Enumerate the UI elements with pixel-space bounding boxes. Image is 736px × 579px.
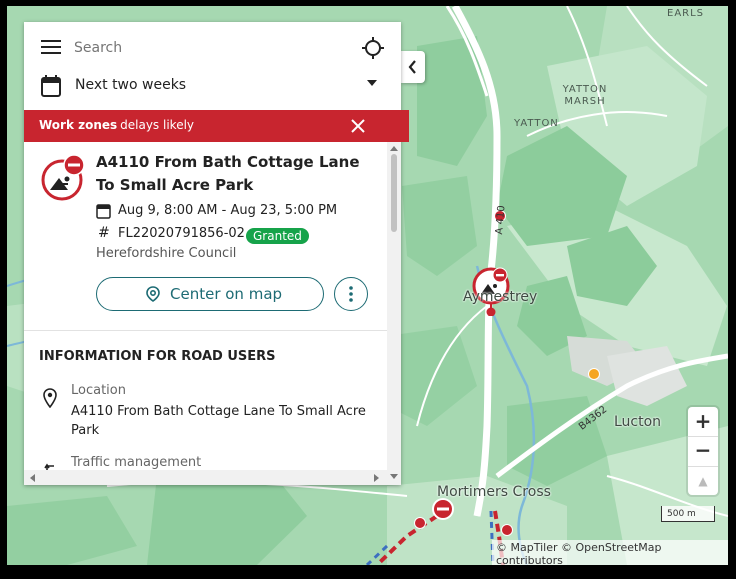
center-on-map-button[interactable]: Center on map [96,277,324,311]
work-authority: Herefordshire Council [96,246,237,261]
locate-icon[interactable] [362,37,384,59]
scale-label: 500 m [667,509,696,519]
more-vertical-icon [348,285,353,302]
work-reference: FL22020791856-02 [118,226,245,241]
date-filter-value: Next two weeks [75,77,187,93]
collapse-panel-button[interactable] [401,51,425,83]
vertical-scrollbar[interactable] [387,142,401,485]
calendar-small-icon [96,203,111,223]
search-row [24,22,401,72]
place-label: EARLS [667,8,705,19]
location-value: A4110 From Bath Cottage Lane To Small Ac… [71,404,366,438]
menu-icon[interactable] [41,40,61,54]
compass-button[interactable]: ▲ [688,467,718,495]
date-filter-row[interactable]: Next two weeks [24,70,401,110]
scale-bar: 500 m [661,506,715,522]
hash-icon: # [98,225,110,241]
close-icon[interactable] [348,116,368,136]
info-heading: INFORMATION FOR ROAD USERS [39,349,276,364]
roadwork-marker-small[interactable] [501,524,513,536]
side-panel: Next two weeks Work zones - delays likel… [24,22,409,485]
place-label: Aymestrey [463,289,538,305]
zoom-in-button[interactable]: + [688,407,718,437]
roadwork-marker-small[interactable] [414,517,426,529]
zoom-control: + − ▲ [688,407,718,495]
location-pin-icon [43,388,57,412]
road-closure-marker[interactable] [431,497,455,521]
details-scroll-area[interactable]: A4110 From Bath Cottage Lane To Small Ac… [24,142,401,485]
banner-title: Work zones [39,118,118,132]
status-badge: Granted [246,225,309,244]
banner-subtitle: - delays likely [112,118,195,132]
location-label: Location [71,383,126,398]
place-label: YATTON MARSH [562,84,608,107]
dropdown-arrow-icon[interactable] [367,80,377,86]
place-label: YATTON [514,118,559,129]
work-title: A4110 From Bath Cottage Lane To Small Ac… [96,153,360,194]
work-zones-banner: Work zones - delays likely [24,110,409,142]
horizontal-scrollbar[interactable] [24,470,387,485]
more-options-button[interactable] [334,277,368,311]
work-dates: Aug 9, 8:00 AM - Aug 23, 5:00 PM [118,203,338,218]
chevron-left-icon [408,60,416,74]
zoom-out-button[interactable]: − [688,437,718,467]
traffic-label: Traffic management [71,455,202,470]
poi-marker[interactable] [588,368,600,380]
search-input[interactable] [72,36,346,60]
section-divider [24,330,387,331]
roadworks-icon [40,154,88,202]
place-label: Mortimers Cross [437,484,551,500]
location-icon [146,286,160,302]
map-attribution[interactable]: © MapTiler © OpenStreetMap contributors [492,540,728,565]
center-on-map-label: Center on map [170,285,283,303]
calendar-icon [41,75,61,101]
place-label: Lucton [614,414,662,430]
